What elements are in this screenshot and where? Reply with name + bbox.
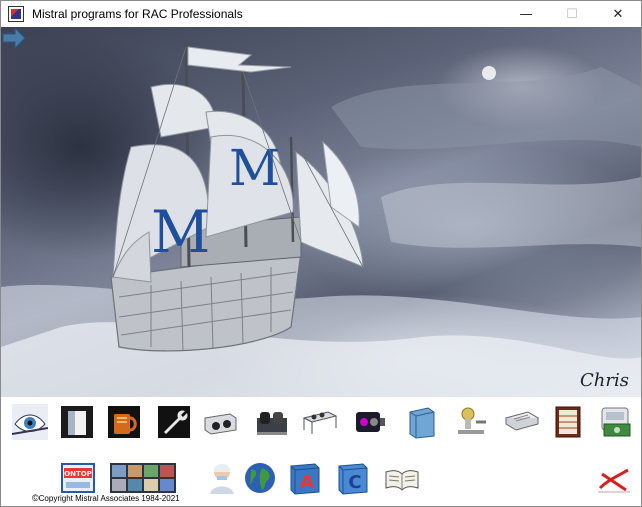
wrench-tool-icon[interactable]: [155, 403, 193, 441]
copyright-text: Copyright Mistral Associates 1984-2021: [38, 494, 180, 503]
copyright-notice: ©Copyright Mistral Associates 1984-2021: [32, 493, 180, 503]
maximize-button[interactable]: ☐: [549, 1, 595, 27]
book-a-icon[interactable]: A: [286, 459, 324, 497]
air-handling-unit-icon[interactable]: [453, 403, 491, 441]
app-window: Mistral programs for RAC Professionals —…: [0, 0, 642, 507]
eye-icon[interactable]: [11, 403, 49, 441]
app-icon[interactable]: [8, 6, 24, 22]
ship-banner-image: M M M Chris: [1, 27, 641, 397]
book-a-letter: A: [300, 472, 314, 493]
window-controls: — ☐ ✕: [503, 1, 641, 27]
sail-letter-left: M: [151, 198, 210, 266]
air-cooled-condenser-icon[interactable]: [301, 403, 339, 441]
expansion-valve-icon[interactable]: [503, 403, 541, 441]
exit-icon[interactable]: [595, 459, 633, 497]
program-toolbar-top: ONTOP: [1, 403, 641, 493]
condensing-unit-icon[interactable]: [201, 403, 239, 441]
window-title: Mistral programs for RAC Professionals: [32, 7, 243, 21]
cassette-unit-icon[interactable]: [549, 403, 587, 441]
copyright-symbol: ©: [32, 493, 39, 503]
refrigerated-cabinet-icon[interactable]: [597, 403, 635, 441]
compressor-unit-icon[interactable]: [253, 403, 291, 441]
scroll-compressor-icon[interactable]: [403, 403, 441, 441]
nurse-icon[interactable]: [203, 459, 241, 497]
artist-signature: Chris: [580, 370, 629, 391]
sail-letter-right: M: [229, 139, 280, 197]
globe-icon[interactable]: [241, 459, 279, 497]
moon-shape: [482, 66, 496, 80]
door-frame-icon[interactable]: [58, 403, 96, 441]
open-book-icon[interactable]: [383, 459, 421, 497]
next-arrow-icon[interactable]: [1, 27, 27, 49]
evaporator-coil-icon[interactable]: [351, 403, 389, 441]
close-button[interactable]: ✕: [595, 1, 641, 27]
book-c-letter: C: [348, 472, 361, 493]
title-bar[interactable]: Mistral programs for RAC Professionals —…: [1, 1, 641, 27]
book-c-icon[interactable]: C: [334, 459, 372, 497]
minimize-button[interactable]: —: [503, 1, 549, 27]
tea-mug-icon[interactable]: [105, 403, 143, 441]
ship-illustration: M M: [1, 41, 641, 397]
